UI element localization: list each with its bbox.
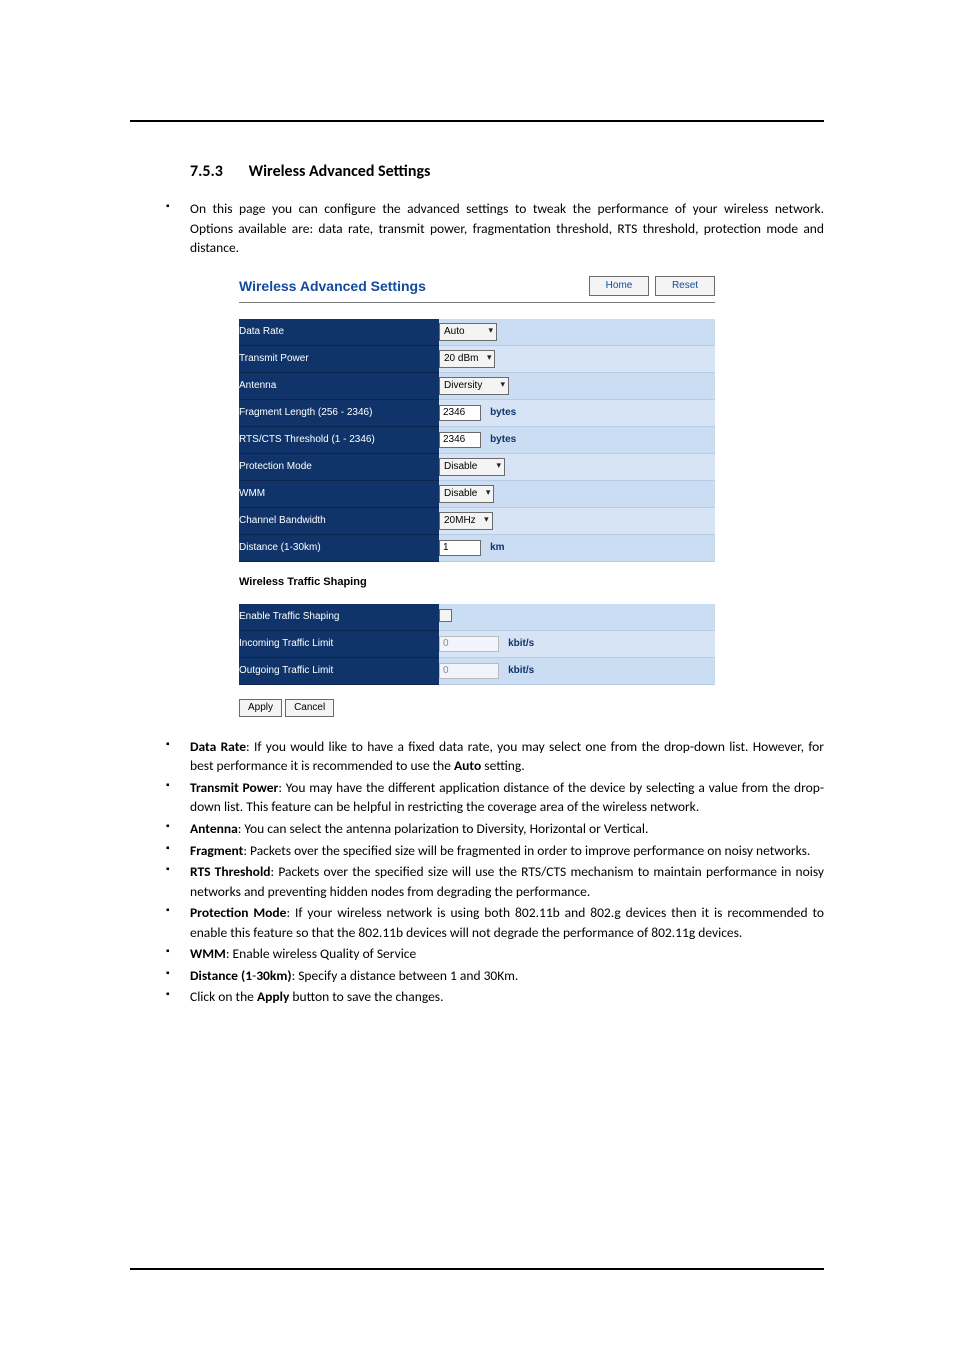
- label-outgoing-limit: Outgoing Traffic Limit: [239, 657, 439, 684]
- apply-button[interactable]: Apply: [239, 699, 282, 717]
- reset-button[interactable]: Reset: [655, 276, 715, 296]
- unit-rts: bytes: [490, 434, 516, 445]
- input-fragment[interactable]: [439, 405, 481, 421]
- bottom-rule: [130, 1268, 824, 1270]
- intro-text: On this page you can configure the advan…: [160, 199, 824, 258]
- cancel-button[interactable]: Cancel: [285, 699, 334, 717]
- top-rule: [130, 120, 824, 122]
- unit-fragment: bytes: [490, 407, 516, 418]
- shaping-heading: Wireless Traffic Shaping: [239, 576, 715, 588]
- unit-incoming: kbit/s: [508, 638, 534, 649]
- bullet-fragment: Fragment: Packets over the specified siz…: [160, 841, 824, 861]
- label-fragment: Fragment Length (256 - 2346): [239, 399, 439, 426]
- label-enable-shaping: Enable Traffic Shaping: [239, 604, 439, 631]
- label-channel-bw: Channel Bandwidth: [239, 507, 439, 534]
- heading-number: 7.5.3: [190, 162, 245, 181]
- input-rts[interactable]: [439, 432, 481, 448]
- shaping-table: Enable Traffic Shaping Incoming Traffic …: [239, 604, 715, 685]
- label-protection: Protection Mode: [239, 453, 439, 480]
- bullet-distance: Distance (1-30km): Specify a distance be…: [160, 966, 824, 986]
- home-button[interactable]: Home: [589, 276, 649, 296]
- select-data-rate[interactable]: Auto: [439, 323, 497, 341]
- label-distance: Distance (1-30km): [239, 534, 439, 561]
- panel-title: Wireless Advanced Settings: [239, 278, 426, 294]
- bullet-wmm: WMM: Enable wireless Quality of Service: [160, 944, 824, 964]
- label-rts: RTS/CTS Threshold (1 - 2346): [239, 426, 439, 453]
- bullet-rts: RTS Threshold: Packets over the specifie…: [160, 862, 824, 901]
- bullet-apply: Click on the Apply button to save the ch…: [160, 987, 824, 1007]
- bullet-antenna: Antenna: You can select the antenna pola…: [160, 819, 824, 839]
- bullet-data-rate: Data Rate: If you would like to have a f…: [160, 737, 824, 776]
- bullet-transmit-power: Transmit Power: You may have the differe…: [160, 778, 824, 817]
- label-data-rate: Data Rate: [239, 319, 439, 346]
- checkbox-enable-shaping[interactable]: [439, 609, 452, 622]
- input-distance[interactable]: [439, 540, 481, 556]
- label-transmit-power: Transmit Power: [239, 345, 439, 372]
- input-incoming-limit: [439, 636, 499, 652]
- bullet-protection: Protection Mode: If your wireless networ…: [160, 903, 824, 942]
- heading-title: Wireless Advanced Settings: [249, 162, 431, 181]
- label-incoming-limit: Incoming Traffic Limit: [239, 630, 439, 657]
- description-list: Data Rate: If you would like to have a f…: [130, 737, 824, 1007]
- section-heading: 7.5.3 Wireless Advanced Settings: [190, 162, 824, 181]
- select-antenna[interactable]: Diversity: [439, 377, 509, 395]
- settings-panel: Wireless Advanced Settings Home Reset Da…: [239, 276, 715, 717]
- select-channel-bw[interactable]: 20MHz: [439, 512, 493, 530]
- unit-distance: km: [490, 542, 504, 553]
- settings-table: Data Rate Auto Transmit Power 20 dBm Ant…: [239, 319, 715, 562]
- select-protection[interactable]: Disable: [439, 458, 505, 476]
- label-wmm: WMM: [239, 480, 439, 507]
- unit-outgoing: kbit/s: [508, 665, 534, 676]
- label-antenna: Antenna: [239, 372, 439, 399]
- input-outgoing-limit: [439, 663, 499, 679]
- select-transmit-power[interactable]: 20 dBm: [439, 350, 495, 368]
- select-wmm[interactable]: Disable: [439, 485, 494, 503]
